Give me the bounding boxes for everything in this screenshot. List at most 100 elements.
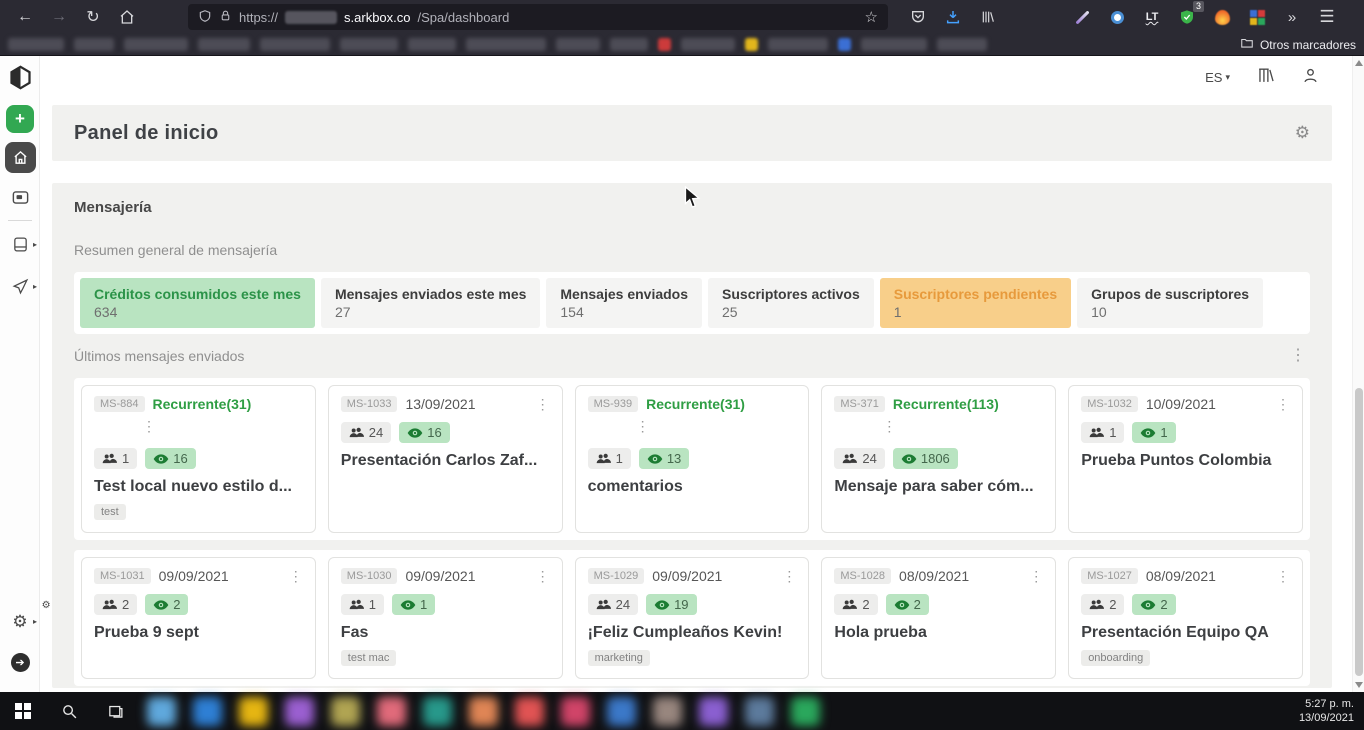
page-scrollbar[interactable] xyxy=(1352,56,1364,692)
taskbar-app-icon[interactable] xyxy=(782,692,828,730)
taskbar-app-icon[interactable] xyxy=(598,692,644,730)
taskbar-app-icon[interactable] xyxy=(552,692,598,730)
message-card[interactable]: MS-103313/09/2021⋮2416Presentación Carlo… xyxy=(328,385,563,533)
stat-chip[interactable]: Mensajes enviados154 xyxy=(546,278,702,328)
logout-button[interactable]: ➔ xyxy=(0,653,40,672)
taskbar-app-icon[interactable] xyxy=(690,692,736,730)
taskbar-app-icon[interactable] xyxy=(644,692,690,730)
taskbar-app-icon[interactable] xyxy=(322,692,368,730)
bookmark-item-blurred[interactable] xyxy=(74,38,114,51)
sidebar-item-templates[interactable] xyxy=(0,188,40,207)
card-menu-button[interactable]: ⋮ xyxy=(142,418,156,434)
taskbar-app-icon[interactable] xyxy=(460,692,506,730)
card-menu-button[interactable]: ⋮ xyxy=(1276,397,1290,411)
home-icon[interactable] xyxy=(112,4,142,30)
recipients-count: 24 xyxy=(616,597,630,612)
bookmark-item-blurred[interactable] xyxy=(681,38,735,51)
taskbar-app-icon[interactable] xyxy=(414,692,460,730)
taskbar-app-icon[interactable] xyxy=(276,692,322,730)
card-menu-button[interactable]: ⋮ xyxy=(536,397,550,411)
search-icon[interactable] xyxy=(46,692,92,730)
stat-chip[interactable]: Grupos de suscriptores10 xyxy=(1077,278,1263,328)
message-card[interactable]: MS-102708/09/2021⋮22Presentación Equipo … xyxy=(1068,557,1303,679)
flame-extension-icon[interactable] xyxy=(1210,5,1234,29)
stat-label: Suscriptores pendientes xyxy=(894,286,1057,302)
back-icon[interactable]: ← xyxy=(10,4,40,30)
message-card[interactable]: MS-371Recurrente(113)⋮241806Mensaje para… xyxy=(821,385,1056,533)
message-card[interactable]: MS-103109/09/2021⋮22Prueba 9 sept xyxy=(81,557,316,679)
pocket-icon[interactable] xyxy=(906,5,930,29)
bookmark-item-blurred[interactable] xyxy=(861,38,927,51)
lock-icon[interactable] xyxy=(219,9,232,25)
bookmark-item-blurred[interactable] xyxy=(768,38,828,51)
taskbar-clock[interactable]: 5:27 p. m. 13/09/2021 xyxy=(1299,697,1364,725)
proxy-extension-icon[interactable] xyxy=(1105,5,1129,29)
downloads-icon[interactable] xyxy=(941,5,965,29)
card-menu-button[interactable]: ⋮ xyxy=(882,418,896,434)
message-card[interactable]: MS-103009/09/2021⋮11Fastest mac xyxy=(328,557,563,679)
languagetool-icon[interactable]: LT xyxy=(1140,5,1164,29)
stat-chip[interactable]: Mensajes enviados este mes27 xyxy=(321,278,540,328)
adblock-shield-icon[interactable]: 3 xyxy=(1175,5,1199,29)
scrollbar-thumb[interactable] xyxy=(1355,388,1363,676)
url-bar[interactable]: https:// s.arkbox.co /Spa/dashboard ☆ xyxy=(188,4,888,30)
scroll-down-arrow[interactable] xyxy=(1355,682,1363,688)
overflow-chevron-icon[interactable]: » xyxy=(1280,5,1304,29)
message-card[interactable]: MS-103210/09/2021⋮11Prueba Puntos Colomb… xyxy=(1068,385,1303,533)
task-view-icon[interactable] xyxy=(92,692,138,730)
card-menu-button[interactable]: ⋮ xyxy=(1276,569,1290,583)
dashboard-settings-gear-icon[interactable]: ⚙ xyxy=(1295,123,1310,143)
stat-chip[interactable]: Suscriptores activos25 xyxy=(708,278,874,328)
reload-icon[interactable]: ↻ xyxy=(78,4,108,30)
card-menu-button[interactable]: ⋮ xyxy=(289,569,303,583)
taskbar-app-icon[interactable] xyxy=(368,692,414,730)
menu-icon[interactable]: ☰ xyxy=(1315,5,1339,29)
card-menu-button[interactable]: ⋮ xyxy=(1029,569,1043,583)
sidebar-item-campaigns[interactable]: ▸ xyxy=(0,278,40,295)
stat-chip[interactable]: Suscriptores pendientes1 xyxy=(880,278,1071,328)
start-button[interactable] xyxy=(0,692,46,730)
stat-value: 27 xyxy=(335,304,526,320)
bookmark-item-blurred[interactable] xyxy=(937,38,987,51)
bookmark-star-icon[interactable]: ☆ xyxy=(865,8,878,26)
colorful-grid-extension-icon[interactable] xyxy=(1245,5,1269,29)
message-card[interactable]: MS-102909/09/2021⋮2419¡Feliz Cumpleaños … xyxy=(575,557,810,679)
library-icon[interactable] xyxy=(976,5,1000,29)
bookmark-item-blurred[interactable] xyxy=(408,38,456,51)
message-card[interactable]: MS-102808/09/2021⋮22Hola prueba xyxy=(821,557,1056,679)
bookmark-item-blurred[interactable] xyxy=(610,38,648,51)
user-profile-icon[interactable] xyxy=(1301,66,1320,88)
bookmark-item-blurred[interactable] xyxy=(124,38,188,51)
bookmark-item-blurred[interactable] xyxy=(556,38,600,51)
taskbar-app-icon[interactable] xyxy=(138,692,184,730)
card-menu-button[interactable]: ⋮ xyxy=(636,418,650,434)
language-selector[interactable]: ES▾ xyxy=(1205,70,1230,85)
section-menu-button[interactable]: ⋮ xyxy=(1290,348,1306,364)
card-menu-button[interactable]: ⋮ xyxy=(782,569,796,583)
bookmark-item-blurred[interactable] xyxy=(340,38,398,51)
taskbar-app-icon[interactable] xyxy=(184,692,230,730)
message-id-badge: MS-1032 xyxy=(1081,396,1138,412)
card-menu-button[interactable]: ⋮ xyxy=(536,569,550,583)
pen-tool-icon[interactable] xyxy=(1070,5,1094,29)
taskbar-app-icon[interactable] xyxy=(230,692,276,730)
message-card[interactable]: MS-884Recurrente(31)⋮116Test local nuevo… xyxy=(81,385,316,533)
bookmark-item-blurred[interactable] xyxy=(466,38,546,51)
shield-permissions-icon[interactable] xyxy=(198,9,212,26)
sidebar-item-home[interactable] xyxy=(0,142,40,173)
bookmark-item-blurred[interactable] xyxy=(198,38,250,51)
message-card[interactable]: MS-939Recurrente(31)⋮113comentarios xyxy=(575,385,810,533)
taskbar-app-icon[interactable] xyxy=(736,692,782,730)
forward-icon[interactable]: → xyxy=(44,4,74,30)
sidebar-item-settings[interactable]: ⚙⚙ ▸ xyxy=(0,613,40,630)
sidebar-item-contacts[interactable]: ▸ xyxy=(0,236,40,253)
scroll-up-arrow[interactable] xyxy=(1355,60,1363,66)
other-bookmarks-button[interactable]: Otros marcadores xyxy=(1240,36,1356,53)
stat-chip[interactable]: Créditos consumidos este mes634 xyxy=(80,278,315,328)
message-date: 13/09/2021 xyxy=(405,396,475,412)
bookmark-item-blurred[interactable] xyxy=(8,38,64,51)
taskbar-app-icon[interactable] xyxy=(506,692,552,730)
bookmark-item-blurred[interactable] xyxy=(260,38,330,51)
new-message-button[interactable]: + xyxy=(0,105,40,133)
library-books-icon[interactable] xyxy=(1256,66,1275,88)
